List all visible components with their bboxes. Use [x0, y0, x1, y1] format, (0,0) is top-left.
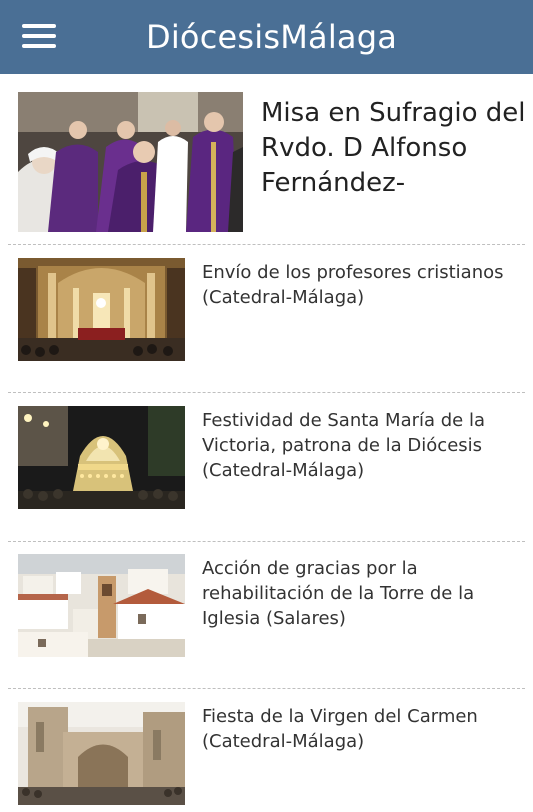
- news-title: Festividad de Santa María de la Victoria…: [202, 410, 485, 481]
- news-title: Envío de los profesores cristianos (Cate…: [202, 262, 504, 308]
- featured-news-photo: [18, 92, 243, 232]
- news-item[interactable]: Envío de los profesores cristianos (Cate…: [18, 258, 523, 368]
- divider: [8, 244, 525, 245]
- news-photo-cathedral-altar: [18, 258, 185, 361]
- hamburger-menu-icon[interactable]: [22, 22, 58, 48]
- featured-news-title: Misa en Sufragio del Rvdo. D Alfonso Fer…: [261, 98, 526, 198]
- news-title: Acción de gracias por la rehabilitación …: [202, 558, 475, 629]
- news-item[interactable]: Acción de gracias por la rehabilitación …: [18, 554, 523, 664]
- news-title: Fiesta de la Virgen del Carmen (Catedral…: [202, 706, 478, 752]
- news-photo-cathedral-facade: [18, 702, 185, 805]
- news-photo-village-tower: [18, 554, 185, 657]
- news-photo-procession-night: [18, 406, 185, 509]
- news-item[interactable]: Fiesta de la Virgen del Carmen (Catedral…: [18, 702, 523, 812]
- news-item[interactable]: Festividad de Santa María de la Victoria…: [18, 406, 523, 516]
- divider: [8, 688, 525, 689]
- app-title: DiócesisMálaga: [146, 18, 398, 56]
- divider: [8, 392, 525, 393]
- divider: [8, 541, 525, 542]
- featured-news-item[interactable]: Misa en Sufragio del Rvdo. D Alfonso Fer…: [18, 92, 526, 234]
- app-bar: DiócesisMálaga: [0, 0, 533, 74]
